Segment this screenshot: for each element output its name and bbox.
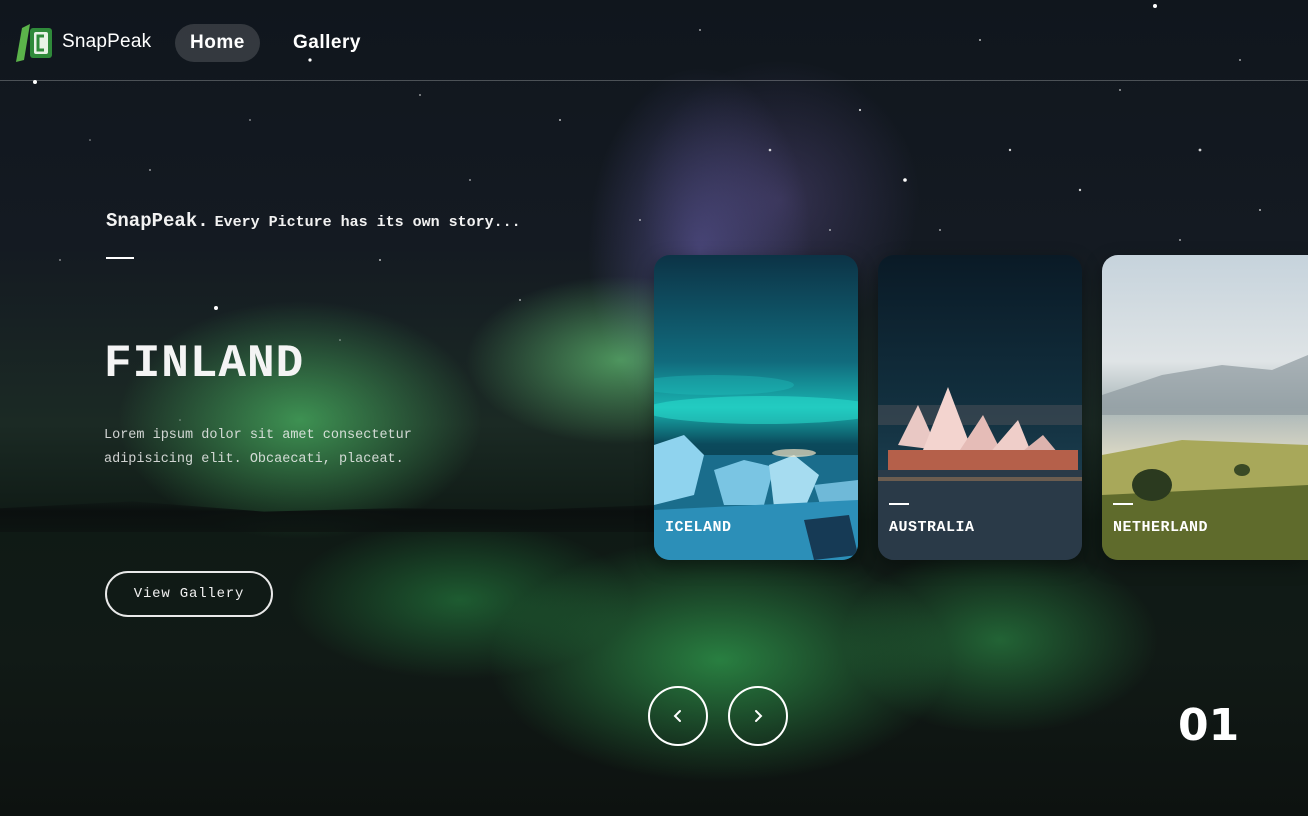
snappeak-logo-icon (16, 24, 52, 62)
australia-photo (878, 255, 1082, 560)
hero-subtitle: Every Picture has its own story... (214, 214, 521, 231)
card-label-netherland: NETHERLAND (1113, 519, 1209, 536)
nav-home[interactable]: Home (175, 24, 260, 62)
hero-title: FINLAND (104, 338, 305, 390)
brand-name: SnapPeak (62, 31, 152, 52)
slide-counter: 01 (1178, 700, 1240, 751)
card-divider (889, 503, 909, 505)
iceland-photo (654, 255, 858, 560)
netherland-photo (1102, 255, 1308, 560)
view-gallery-button[interactable]: View Gallery (105, 571, 273, 617)
destination-card-australia[interactable]: AUSTRALIA (878, 255, 1082, 560)
top-navbar: SnapPeak Home Gallery (0, 0, 1308, 81)
destination-card-netherland[interactable]: NETHERLAND (1102, 255, 1308, 560)
chevron-right-icon (755, 710, 763, 722)
prev-slide-button[interactable] (648, 686, 708, 746)
page: SnapPeak Home Gallery SnapPeak. Every Pic… (0, 0, 1308, 816)
card-label-iceland: ICELAND (665, 519, 732, 536)
nav-gallery[interactable]: Gallery (278, 24, 376, 62)
chevron-left-icon (673, 710, 681, 722)
destination-card-iceland[interactable]: ICELAND (654, 255, 858, 560)
card-divider (1113, 503, 1133, 505)
next-slide-button[interactable] (728, 686, 788, 746)
hero-description: Lorem ipsum dolor sit amet consectetur a… (104, 428, 412, 467)
hero-tagline: SnapPeak. Every Picture has its own story… (106, 210, 521, 232)
hero-divider (106, 257, 134, 259)
card-label-australia: AUSTRALIA (889, 519, 975, 536)
brand-logo[interactable]: SnapPeak (14, 20, 151, 64)
hero-brand: SnapPeak. (106, 210, 209, 232)
